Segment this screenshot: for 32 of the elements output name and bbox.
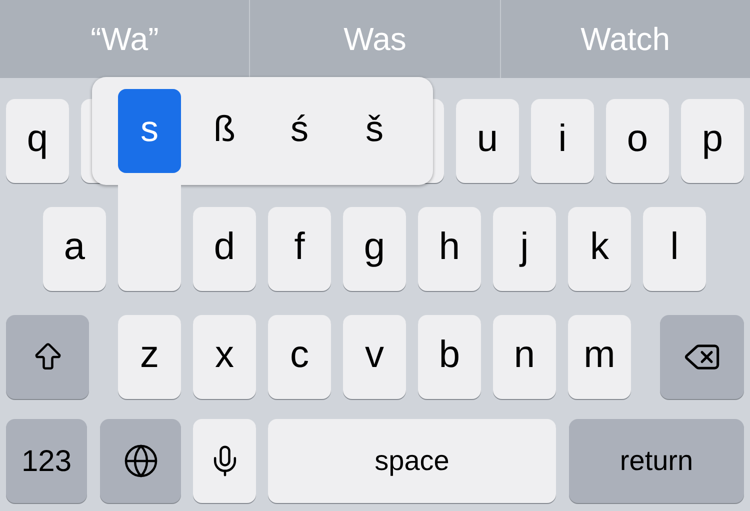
microphone-key[interactable]: [193, 419, 256, 503]
shift-key[interactable]: [6, 315, 89, 399]
return-key[interactable]: return: [569, 419, 744, 503]
letter-key[interactable]: c: [268, 315, 331, 399]
backspace-key[interactable]: [660, 315, 744, 399]
letter-key[interactable]: o: [606, 99, 669, 183]
letter-key[interactable]: f: [268, 207, 331, 291]
letter-key[interactable]: l: [643, 207, 706, 291]
letter-key[interactable]: u: [456, 99, 519, 183]
letter-key[interactable]: q: [6, 99, 69, 183]
letter-key[interactable]: g: [343, 207, 406, 291]
letter-key[interactable]: i: [531, 99, 594, 183]
accent-option[interactable]: ß: [193, 89, 256, 173]
letter-key[interactable]: v: [343, 315, 406, 399]
letter-key[interactable]: d: [193, 207, 256, 291]
globe-icon: [122, 443, 158, 479]
letter-key[interactable]: z: [118, 315, 181, 399]
numbers-key[interactable]: 123: [6, 419, 87, 503]
letter-key[interactable]: n: [493, 315, 556, 399]
letter-key[interactable]: p: [681, 99, 744, 183]
letter-key[interactable]: h: [418, 207, 481, 291]
accent-option[interactable]: ś: [268, 89, 331, 173]
accent-option[interactable]: s: [118, 89, 181, 173]
globe-key[interactable]: [100, 419, 181, 503]
accent-option[interactable]: š: [343, 89, 406, 173]
space-key[interactable]: space: [268, 419, 556, 503]
letter-key[interactable]: k: [568, 207, 631, 291]
letter-key[interactable]: j: [493, 207, 556, 291]
letter-key[interactable]: x: [193, 315, 256, 399]
letter-key[interactable]: m: [568, 315, 631, 399]
letter-key[interactable]: a: [43, 207, 106, 291]
letter-key[interactable]: b: [418, 315, 481, 399]
